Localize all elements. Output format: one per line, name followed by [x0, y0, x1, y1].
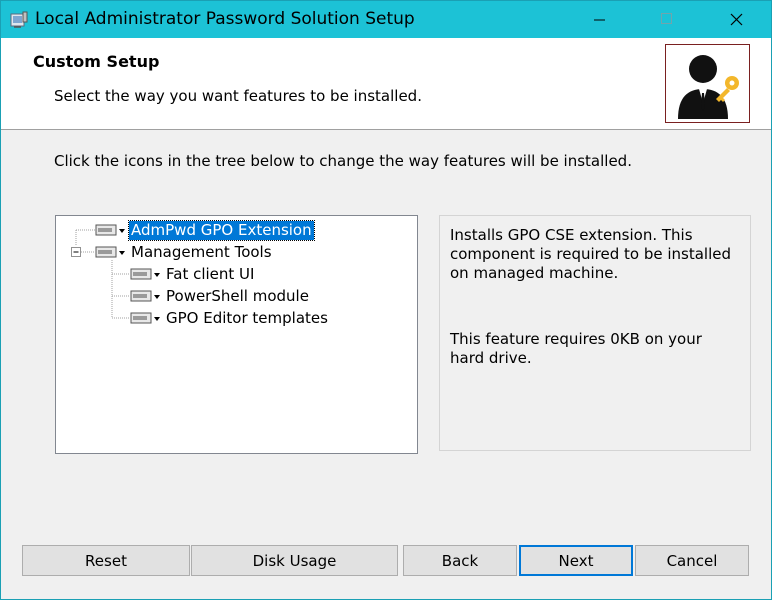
tree-item-label: PowerShell module — [166, 286, 309, 305]
close-icon[interactable] — [713, 1, 759, 38]
tree-item-gpo-editor-templates[interactable]: GPO Editor templates — [130, 308, 330, 328]
feature-size-note: This feature requires 0KB on your hard d… — [450, 330, 702, 367]
maximize-icon[interactable] — [644, 1, 690, 38]
back-button[interactable]: Back — [403, 545, 517, 576]
drive-dropdown-icon[interactable] — [130, 267, 162, 281]
feature-description-panel: Installs GPO CSE extension. This compone… — [439, 215, 751, 451]
collapse-icon[interactable] — [71, 247, 81, 257]
drive-dropdown-icon[interactable] — [130, 311, 162, 325]
setup-window: Local Administrator Password Solution Se… — [0, 0, 772, 600]
drive-dropdown-icon[interactable] — [95, 245, 127, 259]
drive-dropdown-icon[interactable] — [95, 223, 127, 237]
page-title: Custom Setup — [33, 52, 160, 71]
reset-button[interactable]: Reset — [22, 545, 190, 576]
page-subtitle: Select the way you want features to be i… — [54, 87, 422, 105]
tree-item-label: AdmPwd GPO Extension — [128, 219, 315, 241]
drive-dropdown-icon[interactable] — [130, 289, 162, 303]
window-title: Local Administrator Password Solution Se… — [35, 9, 415, 29]
disk-usage-button[interactable]: Disk Usage — [191, 545, 398, 576]
cancel-button[interactable]: Cancel — [635, 545, 749, 576]
feature-tree[interactable]: AdmPwd GPO Extension Management Tools Fa… — [55, 215, 418, 454]
instruction-text: Click the icons in the tree below to cha… — [54, 152, 632, 170]
tree-item-label: GPO Editor templates — [166, 308, 328, 327]
minimize-icon[interactable] — [576, 1, 622, 38]
installer-icon — [10, 11, 28, 28]
title-bar[interactable]: Local Administrator Password Solution Se… — [1, 1, 771, 38]
feature-description: Installs GPO CSE extension. This compone… — [450, 226, 731, 282]
header-panel: Custom Setup Select the way you want fea… — [1, 38, 771, 130]
tree-item-powershell-module[interactable]: PowerShell module — [130, 286, 311, 306]
next-button[interactable]: Next — [519, 545, 633, 576]
tree-item-label: Fat client UI — [166, 264, 255, 283]
tree-item-management-tools[interactable]: Management Tools — [95, 242, 274, 262]
tree-item-label: Management Tools — [131, 242, 272, 261]
tree-item-admpwd-gpo-extension[interactable]: AdmPwd GPO Extension — [95, 219, 315, 241]
tree-item-fat-client-ui[interactable]: Fat client UI — [130, 264, 256, 284]
admin-key-logo — [665, 44, 750, 123]
